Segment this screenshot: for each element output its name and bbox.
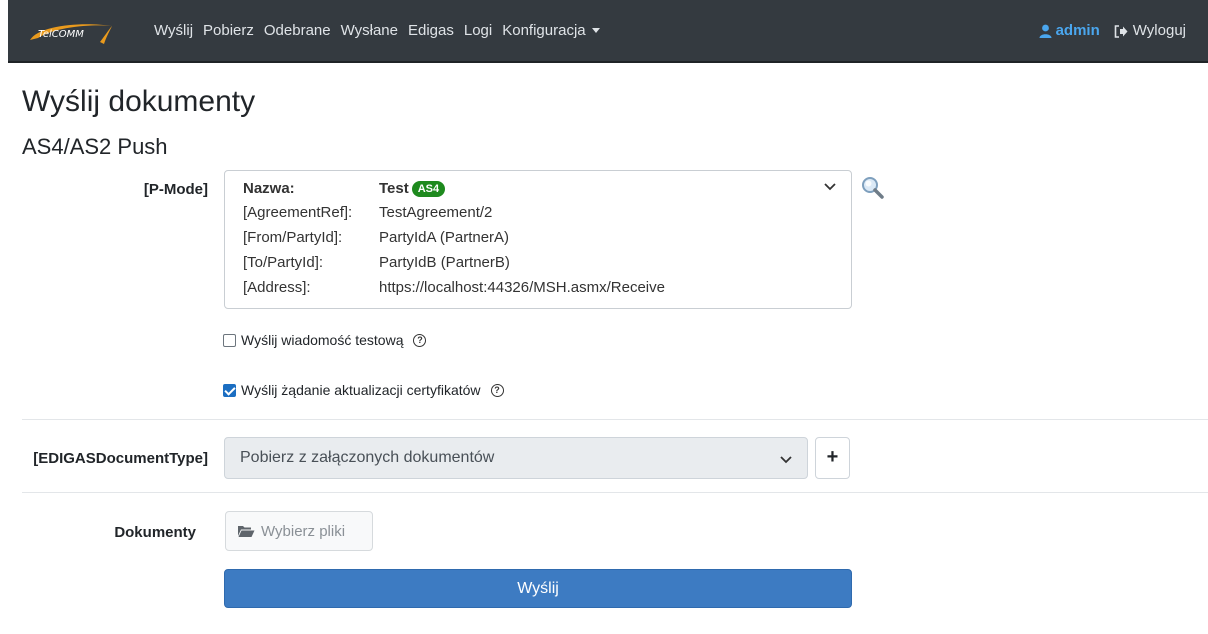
top-navbar: TelCOMM Wyślij Pobierz Odebrane Wysłane … <box>8 0 1208 63</box>
nav-logi[interactable]: Logi <box>459 21 497 41</box>
test-message-option[interactable]: Wyślij wiadomość testową ? <box>223 332 427 348</box>
add-doctype-button[interactable]: + <box>815 437 850 479</box>
page-frame: TelCOMM Wyślij Pobierz Odebrane Wysłane … <box>8 0 1208 634</box>
folder-open-icon <box>238 526 255 537</box>
pmode-row: [AgreementRef]: TestAgreement/2 <box>243 204 492 221</box>
logout-icon <box>1114 24 1128 38</box>
nav-edigas[interactable]: Edigas <box>403 21 459 41</box>
pmode-row-value: https://localhost:44326/MSH.asmx/Receive <box>379 279 665 296</box>
cert-update-checkbox[interactable] <box>223 383 236 397</box>
divider <box>22 419 1208 420</box>
logout-label: Wyloguj <box>1132 22 1186 39</box>
pmode-row-value: TestAgreement/2 <box>379 204 493 221</box>
user-menu[interactable]: admin <box>1039 21 1100 41</box>
nav-konfiguracja-label: Konfiguracja <box>502 22 586 39</box>
doctype-selected-value: Pobierz z załączonych dokumentów <box>240 449 495 466</box>
pmode-row: [Address]: https://localhost:44326/MSH.as… <box>243 279 665 296</box>
user-nav: admin Wyloguj <box>1039 21 1186 41</box>
pmode-row-key: [Address]: <box>243 279 311 296</box>
pmode-row-value: PartyIdB (PartnerB) <box>379 254 510 271</box>
caret-down-icon <box>591 28 600 33</box>
chevron-down-icon <box>780 456 792 464</box>
protocol-badge: AS4 <box>411 181 446 197</box>
pmode-select[interactable]: Nazwa: Test AS4 [AgreementRef]: TestAgreeme… <box>224 170 852 309</box>
cert-update-label: Wyślij żądanie aktualizacji certyfikatów <box>241 382 481 398</box>
nav-pobierz[interactable]: Pobierz <box>198 21 259 41</box>
user-name: admin <box>1055 22 1100 39</box>
nav-wyslij[interactable]: Wyślij <box>149 21 198 41</box>
pmode-row: [From/PartyId]: PartyIdA (PartnerA) <box>243 229 509 246</box>
pmode-name-row: Nazwa: Test AS4 <box>243 180 446 197</box>
brand-logo-text: TelCOMM <box>38 29 84 40</box>
pmode-name-value: Test <box>379 180 409 197</box>
pmode-label: [P-Mode] <box>143 181 208 198</box>
logout-link[interactable]: Wyloguj <box>1114 21 1186 41</box>
page-title: Wyślij dokumenty <box>22 85 256 118</box>
pmode-name-key: Nazwa: <box>243 180 295 197</box>
pmode-row: [To/PartyId]: PartyIdB (PartnerB) <box>243 254 510 271</box>
send-button[interactable]: Wyślij <box>224 569 852 608</box>
main-nav: Wyślij Pobierz Odebrane Wysłane Edigas L… <box>149 21 605 41</box>
user-icon <box>1039 24 1052 38</box>
choose-files-label: Wybierz pliki <box>261 522 346 540</box>
nav-konfiguracja-dropdown[interactable]: Konfiguracja <box>497 21 604 41</box>
pmode-row-key: [AgreementRef]: <box>243 204 353 221</box>
brand-logo[interactable]: TelCOMM <box>26 20 116 44</box>
page-subtitle: AS4/AS2 Push <box>22 134 168 159</box>
help-icon[interactable]: ? <box>413 333 427 347</box>
nav-wyslane[interactable]: Wysłane <box>336 21 403 41</box>
documents-label: Dokumenty <box>114 524 196 541</box>
cert-update-option[interactable]: Wyślij żądanie aktualizacji certyfikatów… <box>223 382 504 398</box>
help-icon[interactable]: ? <box>490 383 504 397</box>
pmode-row-value: PartyIdA (PartnerA) <box>379 229 510 246</box>
doctype-label: [EDIGASDocumentType] <box>33 450 208 467</box>
chevron-down-icon <box>824 183 836 191</box>
test-message-checkbox[interactable] <box>223 333 236 347</box>
choose-files-button[interactable]: Wybierz pliki <box>225 511 373 551</box>
divider <box>22 492 1208 493</box>
pmode-row-key: [From/PartyId]: <box>243 229 343 246</box>
nav-odebrane[interactable]: Odebrane <box>259 21 336 41</box>
search-icon[interactable] <box>861 176 885 200</box>
doctype-select[interactable]: Pobierz z załączonych dokumentów <box>224 437 808 479</box>
pmode-row-key: [To/PartyId]: <box>243 254 324 271</box>
test-message-label: Wyślij wiadomość testową <box>241 332 404 348</box>
